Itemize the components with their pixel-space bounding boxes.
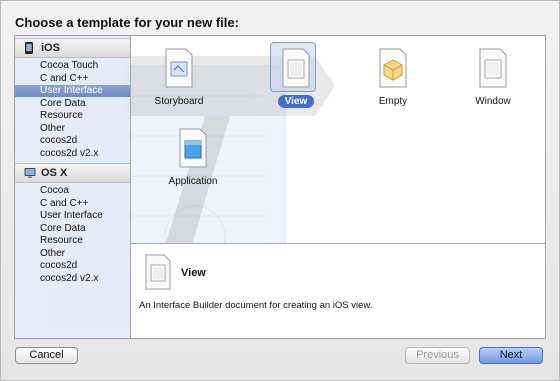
- view-icon: [145, 254, 171, 290]
- sidebar-group-label: iOS: [41, 42, 60, 54]
- detail-description: An Interface Builder document for creati…: [139, 300, 373, 311]
- cancel-button[interactable]: Cancel: [15, 347, 78, 364]
- sidebar-item-cocoa[interactable]: Cocoa: [15, 185, 130, 197]
- application-icon: [179, 128, 207, 168]
- sidebar-item-cocos2d[interactable]: cocos2d: [15, 260, 130, 272]
- template-label: Storyboard: [154, 96, 204, 107]
- sidebar-group-ios[interactable]: iOS: [15, 38, 130, 58]
- sidebar-item-other[interactable]: Other: [15, 248, 130, 260]
- previous-button[interactable]: Previous: [405, 347, 470, 364]
- sidebar-item-c-and-cpp[interactable]: C and C++: [15, 73, 130, 85]
- sidebar-item-cocos2d[interactable]: cocos2d: [15, 135, 130, 147]
- sidebar-item-user-interface[interactable]: User Interface: [15, 85, 130, 97]
- sidebar-item-core-data[interactable]: Core Data: [15, 98, 130, 110]
- template-application[interactable]: Application: [156, 122, 230, 198]
- category-sidebar: iOS Cocoa Touch C and C++ User Interface…: [15, 36, 131, 338]
- sidebar-group-osx[interactable]: OS X: [15, 163, 130, 183]
- template-panel: iOS Cocoa Touch C and C++ User Interface…: [14, 35, 546, 339]
- dialog-heading: Choose a template for your new file:: [15, 15, 239, 30]
- sidebar-group-label: OS X: [41, 167, 68, 179]
- storyboard-icon: [165, 48, 193, 88]
- detail-title: View: [181, 267, 206, 279]
- iphone-icon: [25, 42, 33, 54]
- template-storyboard[interactable]: Storyboard: [142, 42, 216, 118]
- empty-icon: [379, 48, 407, 88]
- sidebar-item-other[interactable]: Other: [15, 123, 130, 135]
- template-label: Application: [168, 176, 218, 187]
- mac-icon: [24, 168, 36, 178]
- sidebar-item-cocoa-touch[interactable]: Cocoa Touch: [15, 60, 130, 72]
- next-button[interactable]: Next: [479, 347, 543, 364]
- sidebar-item-c-and-cpp[interactable]: C and C++: [15, 198, 130, 210]
- sidebar-item-user-interface[interactable]: User Interface: [15, 210, 130, 222]
- template-grid: Storyboard View Empty Window Application: [131, 36, 545, 242]
- sidebar-item-cocos2d-v2[interactable]: cocos2d v2.x: [15, 273, 130, 285]
- template-label: View: [259, 95, 333, 108]
- sidebar-item-resource[interactable]: Resource: [15, 235, 130, 247]
- sidebar-item-core-data[interactable]: Core Data: [15, 223, 130, 235]
- sidebar-item-resource[interactable]: Resource: [15, 110, 130, 122]
- sidebar-item-cocos2d-v2[interactable]: cocos2d v2.x: [15, 148, 130, 160]
- template-empty[interactable]: Empty: [356, 42, 430, 118]
- template-label: Window: [475, 96, 511, 107]
- window-icon: [479, 48, 507, 88]
- template-label: Empty: [378, 96, 408, 107]
- new-file-dialog: Choose a template for your new file: iOS…: [0, 0, 560, 381]
- view-icon: [282, 48, 310, 88]
- template-detail-pane: View An Interface Builder document for c…: [131, 243, 545, 338]
- template-window[interactable]: Window: [456, 42, 530, 118]
- template-view[interactable]: View: [259, 42, 333, 118]
